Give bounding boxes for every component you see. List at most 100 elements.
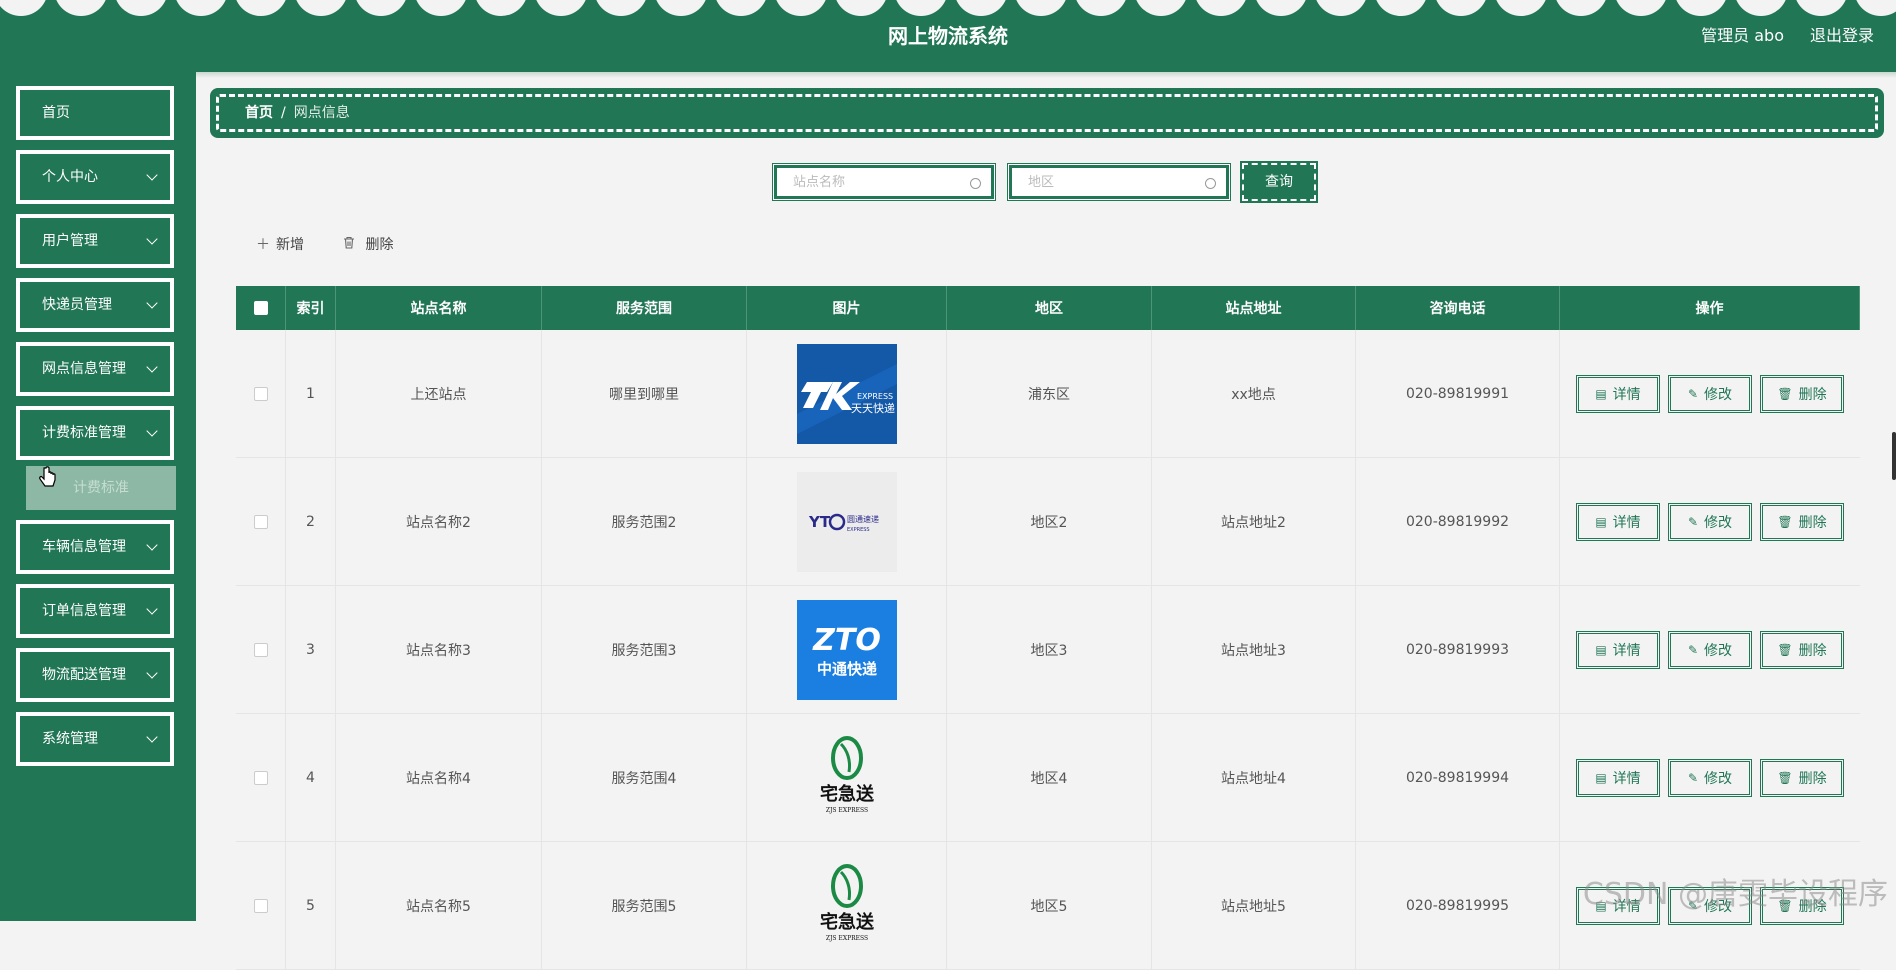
header-scallop [54, 0, 108, 16]
table-row: 4 站点名称4 服务范围4 宅急送 ZJS EXPRESS 地区4 站点地址4 … [236, 714, 1860, 842]
detail-button[interactable]: ▤ 详情 [1576, 630, 1660, 669]
cell-phone: 020-89819993 [1356, 586, 1560, 713]
admin-label: 管理员 abo [1701, 26, 1784, 45]
cell-station-name: 站点名称4 [336, 714, 542, 841]
cell-station-name: 站点名称5 [336, 842, 542, 969]
detail-button[interactable]: ▤ 详情 [1576, 502, 1660, 541]
delete-label: 删除 [365, 237, 394, 253]
detail-label: 详情 [1612, 642, 1641, 659]
chevron-down-icon [146, 731, 158, 743]
table-row: 1 上还站点 哪里到哪里 EXPRESS 天天快递 浦东区 xx地点 020-8… [236, 330, 1860, 458]
chevron-down-icon [146, 539, 158, 551]
cell-operations: ▤ 详情 ✎ 修改 🗑 删除 [1560, 330, 1860, 457]
cell-station-name: 站点名称3 [336, 586, 542, 713]
header-scallop [1434, 0, 1488, 16]
query-button[interactable]: 查询 [1240, 161, 1318, 203]
header-scallop [414, 0, 468, 16]
sidebar-item-profile[interactable]: 个人中心 [16, 150, 174, 204]
svg-text:天天快递: 天天快递 [851, 401, 895, 415]
header-scallop [954, 0, 1008, 16]
trash-icon: 🗑 [1777, 642, 1793, 657]
header-scallop [114, 0, 168, 16]
select-all-checkbox[interactable] [253, 301, 268, 315]
cell-address: 站点地址5 [1152, 842, 1356, 969]
delete-label: 删除 [1798, 514, 1827, 531]
sidebar-item-label: 车辆信息管理 [42, 539, 126, 555]
cell-area: 浦东区 [947, 330, 1152, 457]
cell-image: YT 圆通速递 EXPRESS [747, 458, 947, 585]
sidebar-item-system[interactable]: 系统管理 [16, 712, 174, 766]
sidebar-item-couriers[interactable]: 快递员管理 [16, 278, 174, 332]
cell-index: 1 [286, 330, 336, 457]
watermark: CSDN @唐雯毕设程序 [1582, 877, 1888, 912]
edit-button[interactable]: ✎ 修改 [1668, 758, 1752, 797]
sidebar-item-orders[interactable]: 订单信息管理 [16, 584, 174, 638]
row-checkbox[interactable] [253, 386, 268, 401]
breadcrumb-inner: 首页 / 网点信息 [216, 94, 1878, 132]
svg-text:ZJS EXPRESS: ZJS EXPRESS [825, 807, 867, 814]
detail-label: 详情 [1612, 514, 1641, 531]
svg-text:ZTO: ZTO [812, 623, 881, 658]
cell-operations: ▤ 详情 ✎ 修改 🗑 删除 [1560, 586, 1860, 713]
header-scallop [1794, 0, 1848, 16]
batch-delete-button[interactable]: 删除 [343, 234, 393, 254]
document-icon: ▤ [1595, 770, 1607, 785]
add-button[interactable]: ＋ 新增 [256, 234, 304, 254]
cell-index: 3 [286, 586, 336, 713]
detail-button[interactable]: ▤ 详情 [1576, 374, 1660, 413]
detail-button[interactable]: ▤ 详情 [1576, 758, 1660, 797]
sidebar-item-outlets[interactable]: 网点信息管理 [16, 342, 174, 396]
logout-link[interactable]: 退出登录 [1810, 22, 1874, 46]
cell-area: 地区3 [947, 586, 1152, 713]
delete-button[interactable]: 🗑 删除 [1760, 758, 1844, 797]
sidebar-item-delivery[interactable]: 物流配送管理 [16, 648, 174, 702]
app-title: 网上物流系统 [888, 24, 1008, 48]
header-scallop [1014, 0, 1068, 16]
delete-label: 删除 [1798, 386, 1827, 403]
header-operation: 操作 [1560, 286, 1860, 330]
chevron-down-icon [146, 425, 158, 437]
station-name-search [772, 163, 996, 201]
sidebar-item-pricing[interactable]: 计费标准管理 [16, 406, 174, 460]
table-row: 2 站点名称2 服务范围2 YT 圆通速递 EXPRESS 地区2 站点地址2 … [236, 458, 1860, 586]
edit-button[interactable]: ✎ 修改 [1668, 502, 1752, 541]
scrollbar-thumb[interactable] [1892, 432, 1896, 480]
edit-button[interactable]: ✎ 修改 [1668, 630, 1752, 669]
detail-label: 详情 [1612, 770, 1641, 787]
row-select-cell [236, 586, 286, 713]
sidebar-item-users[interactable]: 用户管理 [16, 214, 174, 268]
cell-area: 地区2 [947, 458, 1152, 585]
header-scallop [1314, 0, 1368, 16]
delete-button[interactable]: 🗑 删除 [1760, 502, 1844, 541]
breadcrumb-separator: / [281, 105, 286, 121]
cell-station-name: 站点名称2 [336, 458, 542, 585]
breadcrumb: 首页 / 网点信息 [210, 88, 1884, 138]
trash-icon: 🗑 [1777, 386, 1793, 401]
station-name-input[interactable] [775, 166, 993, 198]
area-input[interactable] [1010, 166, 1228, 198]
header-shadow [0, 72, 1896, 78]
row-checkbox[interactable] [253, 514, 268, 529]
breadcrumb-home[interactable]: 首页 [245, 105, 273, 121]
row-checkbox[interactable] [253, 642, 268, 657]
edit-button[interactable]: ✎ 修改 [1668, 374, 1752, 413]
svg-text:EXPRESS: EXPRESS [847, 527, 870, 533]
row-checkbox[interactable] [253, 770, 268, 785]
row-select-cell [236, 714, 286, 841]
chevron-down-icon [146, 169, 158, 181]
cell-index: 5 [286, 842, 336, 969]
sidebar-item-label: 用户管理 [42, 233, 98, 249]
svg-text:中通快递: 中通快递 [816, 660, 876, 678]
delete-button[interactable]: 🗑 删除 [1760, 630, 1844, 669]
delete-label: 删除 [1798, 642, 1827, 659]
row-checkbox[interactable] [253, 898, 268, 913]
cell-address: xx地点 [1152, 330, 1356, 457]
sidebar-item-home[interactable]: 首页 [16, 86, 174, 140]
detail-label: 详情 [1612, 386, 1641, 403]
sidebar-item-vehicles[interactable]: 车辆信息管理 [16, 520, 174, 574]
trash-icon: 🗑 [1777, 514, 1793, 529]
sidebar-item-label: 快递员管理 [42, 297, 112, 313]
edit-label: 修改 [1704, 514, 1733, 531]
delete-button[interactable]: 🗑 删除 [1760, 374, 1844, 413]
zjs-express-logo: 宅急送 ZJS EXPRESS [797, 856, 897, 956]
